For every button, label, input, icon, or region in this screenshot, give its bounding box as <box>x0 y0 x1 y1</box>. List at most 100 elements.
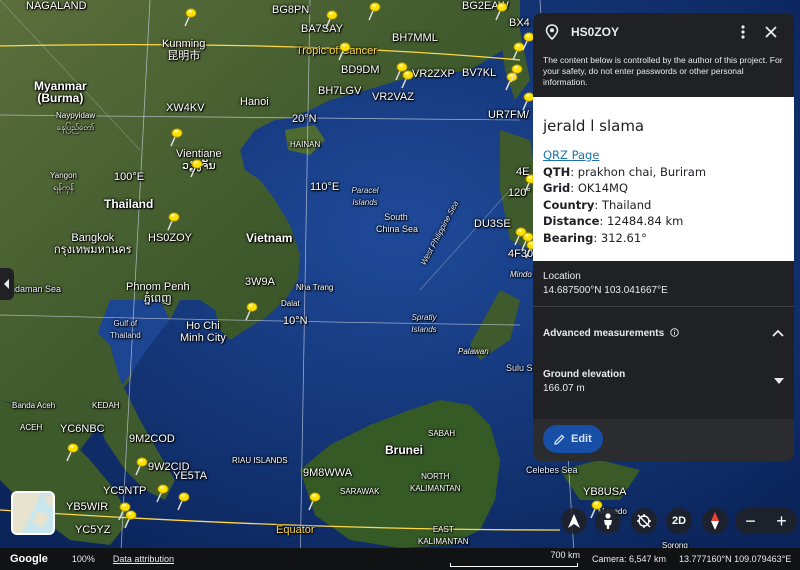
navigation-arrow-icon <box>568 514 580 528</box>
pegman-icon <box>604 513 612 529</box>
region-label-palawan: Palawan <box>458 347 489 356</box>
pushpin-icon[interactable] <box>165 210 181 232</box>
water-label-celebes: Celebes Sea <box>526 465 578 475</box>
qth-value: prakhon chai, Buriram <box>577 164 707 179</box>
callsign-label: HS0ZOY <box>148 232 193 244</box>
pushpin-icon[interactable] <box>508 62 524 84</box>
callsign-label: YB5WIR <box>66 501 109 513</box>
pushpin-icon[interactable] <box>323 8 339 30</box>
feature-description: jerald l slama QRZ Page QTH: prakhon cha… <box>533 97 794 261</box>
more-vert-icon <box>741 25 745 39</box>
grid-label: Grid <box>543 181 571 195</box>
country-row: Country: Thailand <box>543 197 652 212</box>
country-value: Thailand <box>601 197 652 212</box>
zoom-in-button[interactable]: + <box>770 508 794 534</box>
advanced-measurements-label: Advanced measurements <box>543 328 772 339</box>
grid-label-equator: Equator <box>276 524 315 536</box>
grid-label-110e: 110°E <box>310 181 340 193</box>
minimap-thumbnail[interactable] <box>11 491 55 535</box>
water-label-south-china-sea: South China Sea <box>376 212 419 234</box>
pushpin-icon[interactable] <box>168 126 184 148</box>
grid-label-100e: 100°E <box>114 171 145 183</box>
region-label-sarawak: SARAWAK <box>340 487 380 496</box>
pencil-icon <box>554 433 565 445</box>
pushpin-icon[interactable] <box>154 482 170 504</box>
pushpin-icon[interactable] <box>493 0 509 22</box>
callsign-label: BG8PN <box>272 4 310 16</box>
country-label-vietnam: Vietnam <box>246 231 293 245</box>
hide-labels-button[interactable] <box>631 508 657 534</box>
pushpin-icon[interactable] <box>133 455 149 477</box>
zoom-out-button[interactable]: − <box>739 508 763 534</box>
camera-altitude: Camera: 6,547 km <box>592 554 667 564</box>
region-label-hainan: HAINAN <box>290 140 321 149</box>
compass-button[interactable] <box>702 508 728 534</box>
ground-elevation-row[interactable]: Ground elevation 166.07 m <box>533 359 794 403</box>
pushpin-icon[interactable] <box>336 40 352 62</box>
region-label-aceh: ACEH <box>20 423 43 432</box>
region-label-north-kalimantan: NORTH KALIMANTAN <box>410 472 461 493</box>
author-content-warning: The content below is controlled by the a… <box>543 55 783 87</box>
pushpin-icon[interactable] <box>243 300 259 322</box>
country-label-brunei: Brunei <box>385 443 424 457</box>
country-label-myanmar: Myanmar (Burma) <box>34 79 87 105</box>
location-section: Location 14.687500°N 103.041667°E <box>533 261 794 306</box>
qth-row: QTH: prakhon chai, Buriram <box>543 164 707 179</box>
more-options-button[interactable] <box>732 21 754 43</box>
water-label-spratly: Spratly Islands <box>411 313 437 334</box>
cursor-coordinates: 13.777160°N 109.079463°E <box>679 554 792 564</box>
qrz-page-link[interactable]: QRZ Page <box>543 148 599 162</box>
pushpin-icon[interactable] <box>182 6 198 28</box>
operator-name: jerald l slama <box>543 117 645 135</box>
callsign-label: BD9DM <box>341 64 380 76</box>
distance-value: 12484.84 km <box>606 214 684 228</box>
callsign-label: 9M8WWA <box>303 467 353 479</box>
edit-button[interactable]: Edit <box>543 425 603 453</box>
feature-details-panel: HS0ZOY The content below is controlled b… <box>533 13 794 461</box>
panel-toggle-button[interactable] <box>0 268 14 300</box>
panel-footer: Edit <box>533 419 794 461</box>
view-mode-2d-button[interactable]: 2D <box>666 508 692 534</box>
callsign-label: DU3SE <box>474 218 511 230</box>
google-logo: Google <box>10 553 48 565</box>
view-mode-label: 2D <box>671 515 687 527</box>
pushpin-icon[interactable] <box>366 0 382 22</box>
city-label-kunming: Kunming 昆明市 <box>162 38 206 62</box>
panel-header: HS0ZOY <box>533 13 794 51</box>
advanced-measurements-toggle[interactable]: Advanced measurements <box>533 307 794 359</box>
street-view-button[interactable] <box>595 508 621 534</box>
close-button[interactable] <box>760 21 782 43</box>
ground-elevation-value: 166.07 m <box>543 382 585 394</box>
pushpin-icon[interactable] <box>175 490 191 512</box>
callsign-label: BV7KL <box>462 67 497 79</box>
tilt-button[interactable] <box>561 508 587 534</box>
info-icon <box>670 327 679 337</box>
city-label-phnom-penh: Phnom Penh ភ្នំពេញ <box>126 281 190 305</box>
callsign-label: YC5YZ <box>75 524 111 536</box>
pushpin-icon[interactable] <box>188 157 204 179</box>
data-attribution-link[interactable]: Data attribution <box>113 554 174 564</box>
callsign-label: YE5TA <box>173 470 208 482</box>
dropdown-arrow-icon <box>774 378 784 384</box>
qth-label: QTH <box>543 164 571 179</box>
city-label-hanoi: Hanoi <box>240 96 269 108</box>
callsign-label: NAGALAND <box>26 0 87 12</box>
pushpin-icon[interactable] <box>306 490 322 512</box>
callsign-label: VR2VAZ <box>372 91 414 103</box>
pushpin-icon[interactable] <box>122 508 138 530</box>
callsign-label: BX4 <box>509 17 530 29</box>
callsign-label: 9M2COD <box>129 433 175 445</box>
city-label-dalat: Dalat <box>281 299 300 308</box>
region-label-kedah: KEDAH <box>92 401 120 410</box>
callsign-label: VR2ZXP <box>412 68 455 80</box>
chevron-left-icon <box>4 279 9 289</box>
pushpin-icon[interactable] <box>64 441 80 463</box>
region-label-east-kalimantan: EAST KALIMANTAN <box>418 525 469 546</box>
region-label-banda-aceh: Banda Aceh <box>12 401 56 410</box>
chevron-up-icon <box>772 329 784 337</box>
scale-label: 700 km <box>550 550 580 560</box>
scale-bar <box>450 563 578 567</box>
bearing-label: Bearing <box>543 230 594 245</box>
callsign-label: YC5NTP <box>103 485 147 497</box>
pushpin-icon[interactable] <box>399 68 415 90</box>
